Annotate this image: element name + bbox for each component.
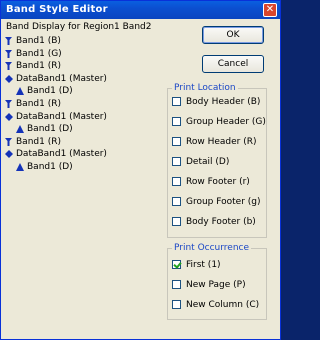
- checkbox-label: New Column (C): [186, 300, 260, 310]
- cancel-button[interactable]: Cancel: [202, 55, 264, 73]
- tree-item-label: DataBand1 (Master): [16, 111, 107, 122]
- checkbox-box[interactable]: [172, 300, 181, 309]
- funnel-icon: [5, 137, 12, 146]
- triangle-icon: [16, 87, 24, 96]
- band-display-label: Band Display for Region1 Band2: [6, 22, 152, 32]
- checkbox-box[interactable]: [172, 177, 181, 186]
- funnel-icon: [5, 99, 12, 108]
- checkbox-box[interactable]: [172, 260, 181, 269]
- checkbox-box[interactable]: [172, 197, 181, 206]
- diamond-icon: [5, 150, 13, 159]
- tree-item[interactable]: Band1 (B): [5, 35, 165, 48]
- close-button[interactable]: ✕: [263, 3, 277, 17]
- band-style-editor-window: Band Style Editor ✕ Band Display for Reg…: [0, 0, 281, 340]
- tree-item-label: Band1 (D): [27, 86, 73, 97]
- tree-item[interactable]: Band1 (D): [5, 123, 165, 136]
- tree-item[interactable]: DataBand1 (Master): [5, 148, 165, 161]
- tree-item[interactable]: Band1 (R): [5, 136, 165, 149]
- print-location-group: Print Location Body Header (B) Group Head…: [167, 83, 267, 238]
- funnel-icon: [5, 49, 12, 58]
- tree-item[interactable]: Band1 (R): [5, 98, 165, 111]
- checkbox-label: Row Footer (r): [186, 177, 250, 187]
- tree-item[interactable]: DataBand1 (Master): [5, 73, 165, 86]
- tree-item-label: Band1 (G): [16, 48, 62, 59]
- diamond-icon: [5, 74, 13, 83]
- close-icon: ✕: [265, 4, 275, 15]
- tree-item-label: Band1 (B): [16, 36, 61, 46]
- checkbox-box[interactable]: [172, 217, 181, 226]
- tree-item[interactable]: Band1 (D): [5, 161, 165, 174]
- print-occurrence-group: Print Occurrence First (1) New Page (P) Ne…: [167, 243, 267, 320]
- title-bar[interactable]: Band Style Editor ✕: [1, 1, 280, 19]
- print-location-title: Print Location: [172, 83, 238, 93]
- checkbox-label: Group Header (G): [186, 117, 266, 127]
- triangle-icon: [16, 162, 24, 171]
- tree-item-label: Band1 (R): [16, 98, 61, 109]
- checkbox-label: Body Footer (b): [186, 217, 256, 227]
- checkbox-label: New Page (P): [186, 280, 246, 290]
- checkbox-label: Row Header (R): [186, 137, 257, 147]
- band-tree[interactable]: Band1 (B) Band1 (G) Band1 (R) DataBand1 (Ma…: [5, 35, 165, 174]
- tree-item[interactable]: DataBand1 (Master): [5, 111, 165, 124]
- diamond-icon: [5, 112, 13, 121]
- window-title: Band Style Editor: [6, 4, 108, 15]
- tree-item[interactable]: Band1 (R): [5, 60, 165, 73]
- funnel-icon: [5, 37, 12, 45]
- checkbox-box[interactable]: [172, 97, 181, 106]
- checkbox-box[interactable]: [172, 157, 181, 166]
- checkbox-box[interactable]: [172, 137, 181, 146]
- tree-item[interactable]: Band1 (G): [5, 48, 165, 61]
- checkbox-label: Body Header (B): [186, 97, 261, 107]
- ok-button[interactable]: OK: [202, 26, 264, 44]
- checkbox-box[interactable]: [172, 280, 181, 289]
- tree-item-label: DataBand1 (Master): [16, 149, 107, 160]
- tree-item-label: Band1 (R): [16, 136, 61, 147]
- checkbox-label: Group Footer (g): [186, 197, 261, 207]
- checkbox-box[interactable]: [172, 117, 181, 126]
- tree-item-label: DataBand1 (Master): [16, 73, 107, 84]
- checkbox-label: First (1): [186, 260, 221, 270]
- tree-item-label: Band1 (R): [16, 61, 61, 72]
- funnel-icon: [5, 62, 12, 71]
- tree-item-label: Band1 (D): [27, 124, 73, 135]
- triangle-icon: [16, 125, 24, 134]
- checkbox-label: Detail (D): [186, 157, 230, 167]
- print-occurrence-title: Print Occurrence: [172, 243, 252, 253]
- tree-item-label: Band1 (D): [27, 161, 73, 172]
- tree-item[interactable]: Band1 (D): [5, 85, 165, 98]
